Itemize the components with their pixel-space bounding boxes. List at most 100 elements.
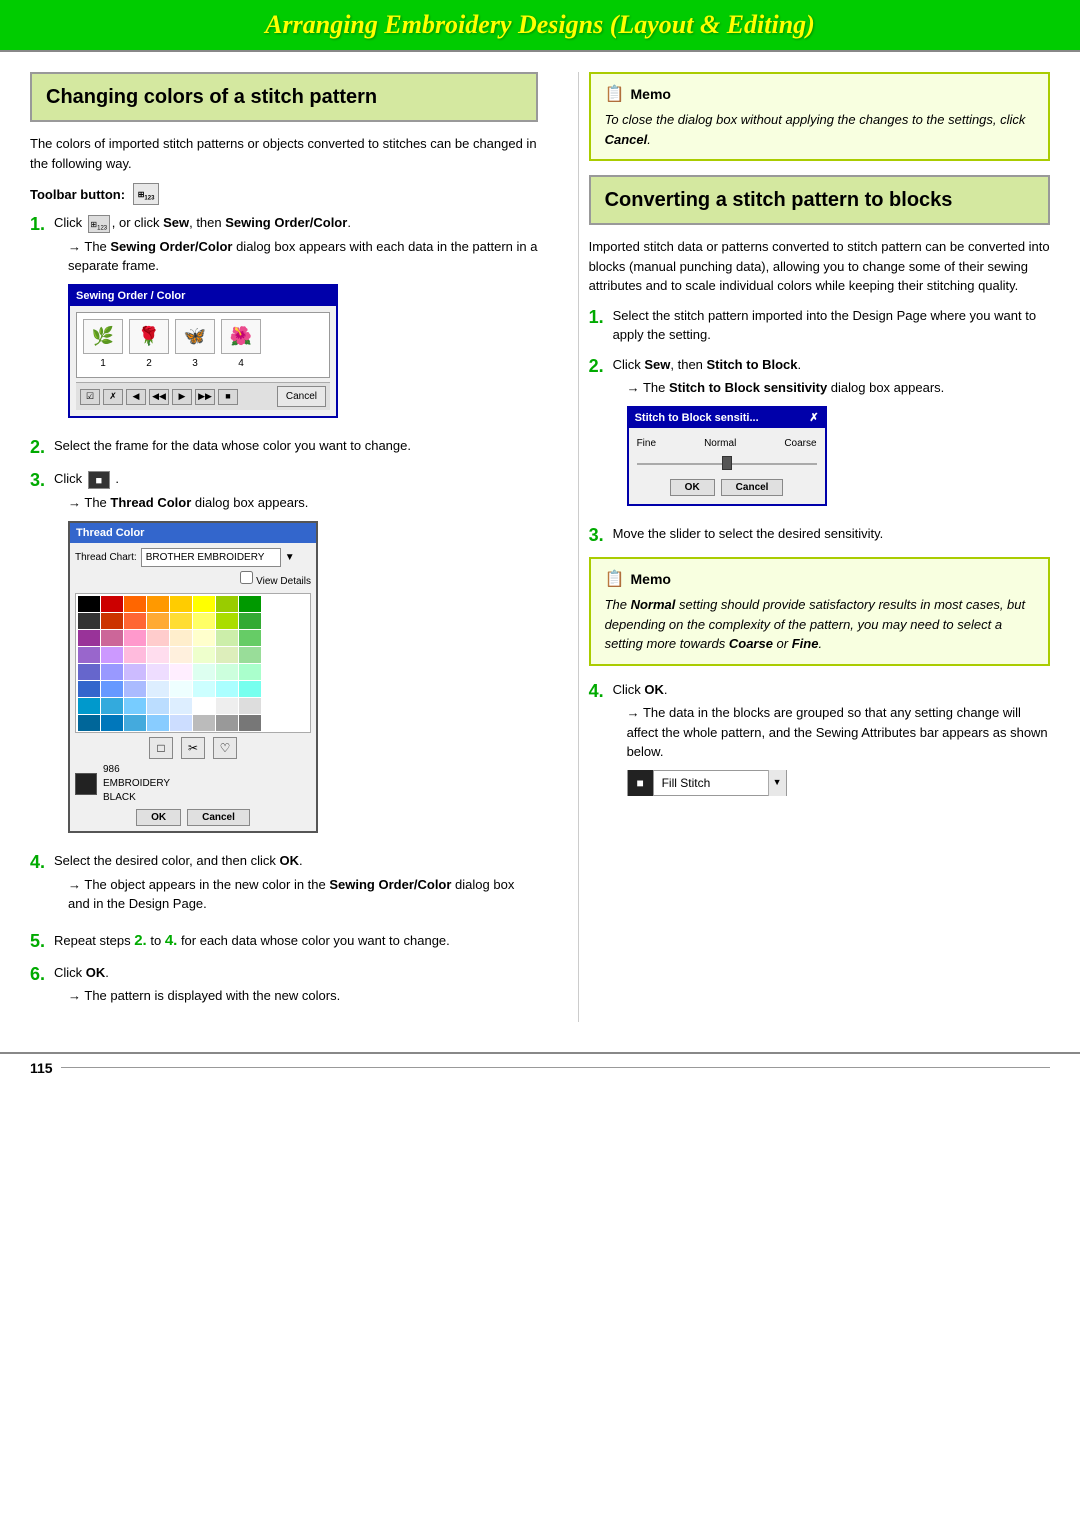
frame-2-icon: 🌹 [129, 319, 169, 354]
mini-btn-1[interactable]: ☑ [80, 389, 100, 405]
frame-2: 🌹 2 [129, 319, 169, 371]
fill-stitch-dropdown-arrow[interactable]: ▼ [768, 770, 786, 796]
color-cell[interactable] [239, 630, 261, 646]
color-cell[interactable] [216, 698, 238, 714]
color-cell[interactable] [78, 647, 100, 663]
selected-color-info: 986 EMBROIDERY BLACK [75, 763, 311, 805]
color-cell[interactable] [239, 613, 261, 629]
step-4-arrow: → The object appears in the new color in… [68, 875, 538, 914]
stitch-block-ok-button[interactable]: OK [670, 479, 715, 496]
color-cell[interactable] [193, 664, 215, 680]
right-step-4-content: Click OK. → The data in the blocks are g… [613, 680, 1050, 804]
color-cell[interactable] [239, 596, 261, 612]
color-cell[interactable] [193, 698, 215, 714]
color-cell[interactable] [147, 647, 169, 663]
thread-icon-2[interactable]: ✂ [181, 737, 205, 759]
mini-btn-5[interactable]: ▶ [172, 389, 192, 405]
slider-track[interactable] [637, 455, 817, 471]
color-cell[interactable] [193, 613, 215, 629]
color-cell[interactable] [147, 698, 169, 714]
page-number: 115 [30, 1060, 53, 1076]
color-cell[interactable] [78, 630, 100, 646]
color-cell[interactable] [147, 681, 169, 697]
dropdown-arrow-icon[interactable]: ▼ [285, 550, 295, 565]
color-cell[interactable] [216, 613, 238, 629]
color-cell[interactable] [216, 681, 238, 697]
page-header: Arranging Embroidery Designs (Layout & E… [0, 0, 1080, 50]
color-cell[interactable] [124, 613, 146, 629]
view-details-checkbox: View Details [75, 571, 311, 589]
left-step-2: 2. Select the frame for the data whose c… [30, 436, 538, 459]
toolbar-button-label: Toolbar button: ⊞123 [30, 183, 538, 205]
color-cell[interactable] [193, 715, 215, 731]
thread-icon-1[interactable]: □ [149, 737, 173, 759]
color-cell[interactable] [170, 596, 192, 612]
color-cell[interactable] [124, 698, 146, 714]
color-cell[interactable] [216, 596, 238, 612]
color-cell[interactable] [193, 630, 215, 646]
color-cell[interactable] [170, 664, 192, 680]
color-cell[interactable] [193, 647, 215, 663]
color-cell[interactable] [147, 596, 169, 612]
sewing-cancel-button[interactable]: Cancel [277, 386, 326, 407]
color-cell[interactable] [239, 664, 261, 680]
view-details-check[interactable] [240, 571, 253, 584]
color-cell[interactable] [101, 681, 123, 697]
color-cell[interactable] [147, 630, 169, 646]
color-cell[interactable] [170, 715, 192, 731]
page-header-title: Arranging Embroidery Designs (Layout & E… [265, 10, 815, 39]
color-cell[interactable] [101, 647, 123, 663]
slider-thumb[interactable] [722, 456, 732, 470]
color-cell[interactable] [124, 681, 146, 697]
mini-btn-6[interactable]: ▶▶ [195, 389, 215, 405]
color-cell[interactable] [78, 596, 100, 612]
stitch-block-cancel-button[interactable]: Cancel [721, 479, 784, 496]
thread-icon-3[interactable]: ♡ [213, 737, 237, 759]
color-cell[interactable] [78, 664, 100, 680]
color-cell[interactable] [170, 698, 192, 714]
color-cell[interactable] [101, 664, 123, 680]
thread-color-cancel-button[interactable]: Cancel [187, 809, 250, 826]
color-cell[interactable] [124, 596, 146, 612]
color-cell[interactable] [147, 664, 169, 680]
mini-btn-7[interactable]: ■ [218, 389, 238, 405]
color-cell[interactable] [239, 698, 261, 714]
color-cell[interactable] [239, 715, 261, 731]
color-cell[interactable] [101, 596, 123, 612]
color-cell[interactable] [101, 613, 123, 629]
color-cell[interactable] [124, 630, 146, 646]
stitch-block-close-icon[interactable]: ✗ [809, 410, 818, 427]
thread-chart-dropdown[interactable]: BROTHER EMBROIDERY [141, 548, 281, 567]
color-cell[interactable] [216, 647, 238, 663]
color-cell[interactable] [101, 630, 123, 646]
color-cell[interactable] [239, 681, 261, 697]
color-cell[interactable] [170, 681, 192, 697]
left-step-1: 1. Click ⊞123, or click Sew, then Sewing… [30, 213, 538, 426]
color-cell[interactable] [78, 613, 100, 629]
color-cell[interactable] [78, 715, 100, 731]
mini-btn-2[interactable]: ✗ [103, 389, 123, 405]
color-cell[interactable] [239, 647, 261, 663]
color-cell[interactable] [216, 715, 238, 731]
color-cell[interactable] [170, 647, 192, 663]
color-cell[interactable] [124, 647, 146, 663]
color-cell[interactable] [147, 613, 169, 629]
mini-btn-3[interactable]: ◀ [126, 389, 146, 405]
color-cell[interactable] [193, 681, 215, 697]
color-cell[interactable] [78, 698, 100, 714]
color-cell[interactable] [124, 664, 146, 680]
color-cell[interactable] [78, 681, 100, 697]
mini-btn-4[interactable]: ◀◀ [149, 389, 169, 405]
color-cell[interactable] [147, 715, 169, 731]
color-cell[interactable] [193, 596, 215, 612]
color-cell[interactable] [216, 630, 238, 646]
color-cell[interactable] [170, 613, 192, 629]
color-cell[interactable] [170, 630, 192, 646]
stitch-block-title: Stitch to Block sensiti... ✗ [629, 408, 825, 429]
thread-color-ok-button[interactable]: OK [136, 809, 181, 826]
sewing-order-dialog-title: Sewing Order / Color [70, 286, 336, 307]
color-cell[interactable] [216, 664, 238, 680]
color-cell[interactable] [101, 715, 123, 731]
color-cell[interactable] [124, 715, 146, 731]
color-cell[interactable] [101, 698, 123, 714]
